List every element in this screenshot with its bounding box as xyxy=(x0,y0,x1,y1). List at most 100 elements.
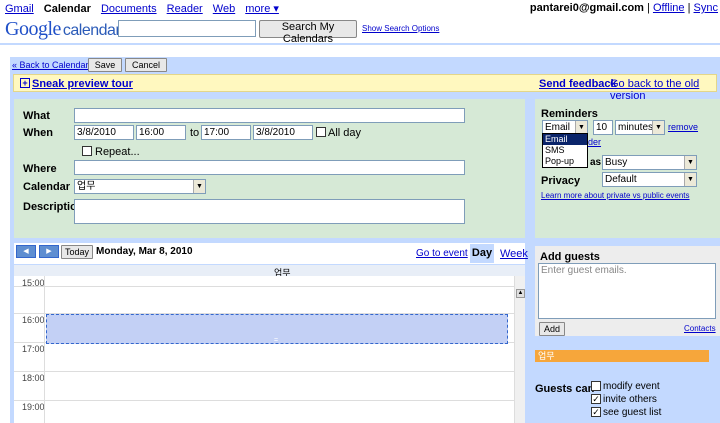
search-input[interactable] xyxy=(118,20,256,37)
new-event-block[interactable]: = xyxy=(46,314,508,344)
user-email: pantarei0@gmail.com xyxy=(529,2,644,14)
reader-link[interactable]: Reader xyxy=(167,3,203,15)
top-nav: Gmail Calendar Documents Reader Web more… xyxy=(0,0,720,16)
guests-can-section: Guests can modify event ✓ invite others … xyxy=(535,378,720,423)
hour-label: 16:00 xyxy=(22,315,45,325)
day-column-header: 업무 xyxy=(14,264,525,278)
all-day-label: All day xyxy=(328,127,362,139)
hour-row: 19:00 xyxy=(14,400,514,423)
end-date-input[interactable]: 3/8/2010 xyxy=(253,125,313,140)
invite-others-checkbox[interactable]: ✓ xyxy=(591,394,601,404)
privacy-label: Privacy xyxy=(541,175,581,187)
event-details-panel: What When 3/8/2010 16:00 to 17:00 3/8/20… xyxy=(14,99,525,238)
sync-link[interactable]: Sync xyxy=(694,2,718,14)
to-label: to xyxy=(190,127,200,139)
day-view-pane: ◀ ▶ Today Monday, Mar 8, 2010 Go to even… xyxy=(14,243,528,423)
invite-others-label: invite others xyxy=(603,394,657,405)
web-link[interactable]: Web xyxy=(213,3,235,15)
documents-link[interactable]: Documents xyxy=(101,3,157,15)
guest-emails-textarea[interactable]: Enter guest emails. xyxy=(538,263,716,319)
calendar-link: Calendar xyxy=(43,3,91,15)
hour-row xyxy=(14,286,514,315)
chevron-down-icon: ▼ xyxy=(684,173,696,186)
guests-can-label: Guests can xyxy=(535,383,595,395)
hour-row: 17:00 xyxy=(14,342,514,371)
google-calendar-logo[interactable]: Google calendar xyxy=(5,18,121,41)
reminders-label: Reminders xyxy=(541,108,598,120)
gmail-link[interactable]: Gmail xyxy=(5,3,34,15)
remove-reminder-link[interactable]: remove xyxy=(668,122,698,132)
calendar-label: Calendar xyxy=(23,181,71,193)
reminder-type-dropdown: Email SMS Pop-up xyxy=(542,133,588,168)
see-guest-list-label: see guest list xyxy=(603,407,662,418)
add-guests-panel: Add guests Enter guest emails. Add Conta… xyxy=(535,246,720,336)
end-time-input[interactable]: 17:00 xyxy=(201,125,251,140)
all-day-checkbox[interactable] xyxy=(316,127,326,137)
what-label: What xyxy=(23,110,50,122)
modify-event-label: modify event xyxy=(603,381,660,392)
calendar-color-tag: 업무 xyxy=(535,350,709,362)
go-to-event-link[interactable]: Go to event xyxy=(416,248,468,259)
day-view-header: ◀ ▶ Today Monday, Mar 8, 2010 Go to even… xyxy=(14,243,528,263)
event-resize-handle[interactable]: = xyxy=(274,337,278,344)
next-day-icon[interactable]: ▶ xyxy=(39,245,59,258)
options-panel: Reminders Email ▼ 10 minutes ▼ remove de… xyxy=(535,99,720,238)
search-calendars-button[interactable]: Search My Calendars xyxy=(259,20,357,45)
repeat-label: Repeat... xyxy=(95,146,140,158)
show-as-value: Busy xyxy=(605,157,628,168)
reminder-unit-value: minutes xyxy=(618,122,654,133)
dropdown-option-sms[interactable]: SMS xyxy=(543,145,587,156)
dropdown-option-email[interactable]: Email xyxy=(543,134,587,145)
calendar-select[interactable]: 업무 ▼ xyxy=(74,179,206,194)
today-button[interactable]: Today xyxy=(61,245,93,259)
privacy-learn-more-link[interactable]: Learn more about private vs public event… xyxy=(541,191,690,200)
chevron-down-icon: ▼ xyxy=(193,180,205,193)
privacy-select[interactable]: Default ▼ xyxy=(602,172,697,187)
calendar-select-value: 업무 xyxy=(77,181,96,192)
chevron-down-icon: ▼ xyxy=(684,156,696,169)
tab-day[interactable]: Day xyxy=(470,244,494,263)
hour-label: 17:00 xyxy=(22,344,45,354)
hour-row: 18:00 xyxy=(14,371,514,400)
add-reminder-link[interactable]: der xyxy=(588,137,601,147)
tour-bar: + Sneak preview tour Send feedback Go ba… xyxy=(13,74,717,102)
logo-google: Google xyxy=(5,18,61,40)
reminder-unit-select[interactable]: minutes ▼ xyxy=(615,120,665,135)
start-time-input[interactable]: 16:00 xyxy=(136,125,186,140)
back-to-calendar-link[interactable]: « Back to Calendar xyxy=(12,60,89,70)
tab-week[interactable]: Week xyxy=(500,248,528,260)
current-date: Monday, Mar 8, 2010 xyxy=(96,246,193,257)
prev-day-icon[interactable]: ◀ xyxy=(16,245,36,258)
logo-calendar: calendar xyxy=(62,22,121,39)
add-guest-button[interactable]: Add xyxy=(539,322,565,336)
offline-link[interactable]: Offline xyxy=(653,2,685,14)
where-label: Where xyxy=(23,163,57,175)
modify-event-checkbox[interactable] xyxy=(591,381,601,391)
contacts-link[interactable]: Contacts xyxy=(684,324,716,333)
sneak-preview-link[interactable]: Sneak preview tour xyxy=(32,78,133,90)
cancel-button[interactable]: Cancel xyxy=(125,58,167,72)
account-links: pantarei0@gmail.com | Offline | Sync xyxy=(529,2,718,14)
save-button[interactable]: Save xyxy=(88,58,122,72)
time-grid[interactable]: 15:00 16:00 17:00 18:00 19:00 = ▲ xyxy=(14,276,525,423)
expand-icon[interactable]: + xyxy=(20,78,30,88)
more-link[interactable]: more ▾ xyxy=(245,3,279,15)
privacy-value: Default xyxy=(605,174,637,185)
grid-scrollbar[interactable]: ▲ xyxy=(514,276,525,423)
send-feedback-link[interactable]: Send feedback xyxy=(539,78,617,90)
description-textarea[interactable] xyxy=(74,199,465,224)
reminder-qty-input[interactable]: 10 xyxy=(593,120,613,135)
see-guest-list-checkbox[interactable]: ✓ xyxy=(591,407,601,417)
show-as-select[interactable]: Busy ▼ xyxy=(602,155,697,170)
hour-label: 19:00 xyxy=(22,402,45,412)
start-date-input[interactable]: 3/8/2010 xyxy=(74,125,134,140)
what-input[interactable] xyxy=(74,108,465,123)
when-label: When xyxy=(23,127,53,139)
where-input[interactable] xyxy=(74,160,465,175)
hour-label: 18:00 xyxy=(22,373,45,383)
add-guests-title: Add guests xyxy=(540,251,600,263)
repeat-checkbox[interactable] xyxy=(82,146,92,156)
scroll-up-icon[interactable]: ▲ xyxy=(516,289,525,298)
dropdown-option-popup[interactable]: Pop-up xyxy=(543,156,587,167)
search-options-link[interactable]: Show Search Options xyxy=(362,24,439,33)
